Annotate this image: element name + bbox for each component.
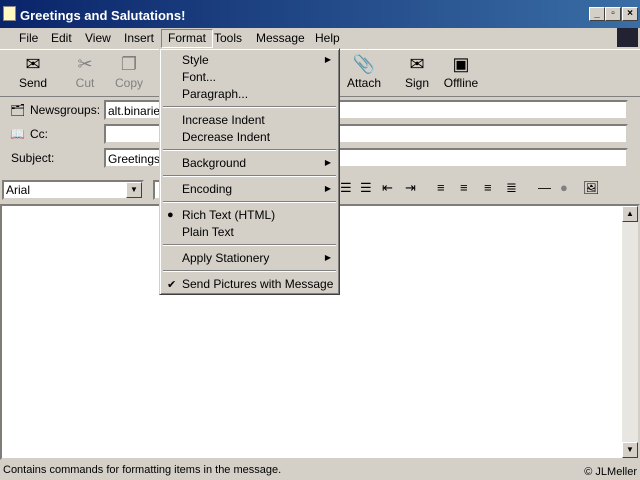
- font-select[interactable]: Arial ▼: [2, 180, 144, 200]
- menu-item-increase-indent[interactable]: Increase Indent: [182, 113, 265, 127]
- vertical-scrollbar[interactable]: ▲ ▼: [622, 206, 638, 458]
- menu-item-plain-text[interactable]: Plain Text: [182, 225, 234, 239]
- menu-tools[interactable]: Tools: [214, 31, 242, 45]
- copy-icon: ❐: [120, 54, 138, 74]
- address-book-icon[interactable]: 📖: [10, 127, 25, 141]
- chevron-down-icon[interactable]: ▼: [126, 182, 142, 198]
- font-value: Arial: [6, 183, 31, 197]
- scroll-down-icon[interactable]: ▼: [622, 442, 638, 458]
- numbered-list-icon[interactable]: ☰: [340, 180, 352, 196]
- scissors-icon: ✂: [77, 54, 93, 74]
- menu-item-send-pictures[interactable]: Send Pictures with Message: [182, 277, 333, 291]
- sign-button[interactable]: ✉ Sign: [395, 52, 439, 90]
- newsgroups-label: Newsgroups:: [30, 103, 101, 117]
- attach-label: Attach: [346, 76, 382, 90]
- paperclip-icon: 📎: [352, 54, 376, 74]
- menu-message[interactable]: Message: [256, 31, 305, 45]
- send-button[interactable]: ✉ Send: [11, 52, 55, 90]
- insert-picture-icon[interactable]: 🖼: [583, 180, 600, 196]
- menu-separator: [163, 270, 336, 272]
- bullet-list-icon[interactable]: ☰: [360, 180, 372, 196]
- horizontal-line-icon[interactable]: —: [538, 180, 551, 195]
- send-label: Send: [18, 76, 48, 90]
- offline-label: Offline: [443, 76, 479, 90]
- menu-item-background[interactable]: Background: [182, 156, 246, 170]
- send-icon: ✉: [25, 54, 41, 74]
- menu-item-paragraph[interactable]: Paragraph...: [182, 87, 248, 101]
- windows-logo-icon: [617, 28, 638, 47]
- align-right-icon[interactable]: ≡: [484, 180, 492, 195]
- status-bar: Contains commands for formatting items i…: [3, 464, 282, 476]
- menu-separator: [163, 106, 336, 108]
- minimize-button[interactable]: _: [589, 7, 605, 21]
- increase-indent-icon[interactable]: ⇥: [405, 180, 416, 196]
- submenu-arrow-icon: ▶: [324, 55, 331, 64]
- menu-separator: [163, 201, 336, 203]
- menu-item-style[interactable]: Style: [182, 53, 209, 67]
- menu-separator: [163, 244, 336, 246]
- menu-format[interactable]: Format: [161, 29, 214, 48]
- align-center-icon[interactable]: ≡: [460, 180, 468, 195]
- copyright-text: © JLMeller: [584, 466, 637, 478]
- justify-icon[interactable]: ≣: [506, 180, 517, 196]
- copy-label: Copy: [114, 76, 143, 90]
- menu-separator: [163, 175, 336, 177]
- menu-view[interactable]: View: [85, 31, 111, 45]
- menu-item-decrease-indent[interactable]: Decrease Indent: [182, 130, 270, 144]
- menu-separator: [163, 149, 336, 151]
- sign-label: Sign: [404, 76, 430, 90]
- radio-bullet-icon: ●: [167, 209, 174, 221]
- maximize-button[interactable]: ▫: [605, 7, 621, 21]
- menu-file[interactable]: File: [19, 31, 38, 45]
- submenu-arrow-icon: ▶: [324, 158, 331, 167]
- menu-bar: File Edit View Insert Format Tools Messa…: [0, 28, 640, 48]
- subject-label: Subject:: [11, 151, 55, 165]
- sign-envelope-icon: ✉: [409, 54, 425, 74]
- close-button[interactable]: ×: [622, 7, 638, 21]
- cc-label: Cc:: [30, 127, 48, 141]
- submenu-arrow-icon: ▶: [324, 253, 331, 262]
- window-title: Greetings and Salutations!: [20, 8, 186, 23]
- hyperlink-icon[interactable]: ●: [560, 180, 568, 195]
- menu-item-apply-stationery[interactable]: Apply Stationery: [182, 251, 269, 265]
- submenu-arrow-icon: ▶: [324, 184, 331, 193]
- cut-label: Cut: [75, 76, 95, 90]
- copy-button[interactable]: ❐ Copy: [107, 52, 151, 90]
- menu-edit[interactable]: Edit: [51, 31, 72, 45]
- attach-button[interactable]: 📎 Attach: [342, 52, 386, 90]
- message-icon: [3, 6, 16, 21]
- menu-insert[interactable]: Insert: [124, 31, 154, 45]
- cut-button[interactable]: ✂ Cut: [63, 52, 107, 90]
- menu-item-rich-text[interactable]: Rich Text (HTML): [182, 208, 275, 222]
- align-left-icon[interactable]: ≡: [437, 180, 445, 195]
- menu-help[interactable]: Help: [315, 31, 340, 45]
- menu-item-encoding[interactable]: Encoding: [182, 182, 232, 196]
- offline-button[interactable]: ▣ Offline: [439, 52, 483, 90]
- format-menu: Style ▶ Font... Paragraph... Increase Ind…: [159, 48, 340, 295]
- offline-computer-icon: ▣: [452, 54, 470, 74]
- scroll-up-icon[interactable]: ▲: [622, 206, 638, 222]
- decrease-indent-icon[interactable]: ⇤: [382, 180, 393, 196]
- checkmark-icon: ✔: [167, 279, 177, 291]
- menu-item-font[interactable]: Font...: [182, 70, 216, 84]
- newsgroups-icon: 🗂: [10, 103, 26, 117]
- title-bar: Greetings and Salutations!: [0, 0, 640, 28]
